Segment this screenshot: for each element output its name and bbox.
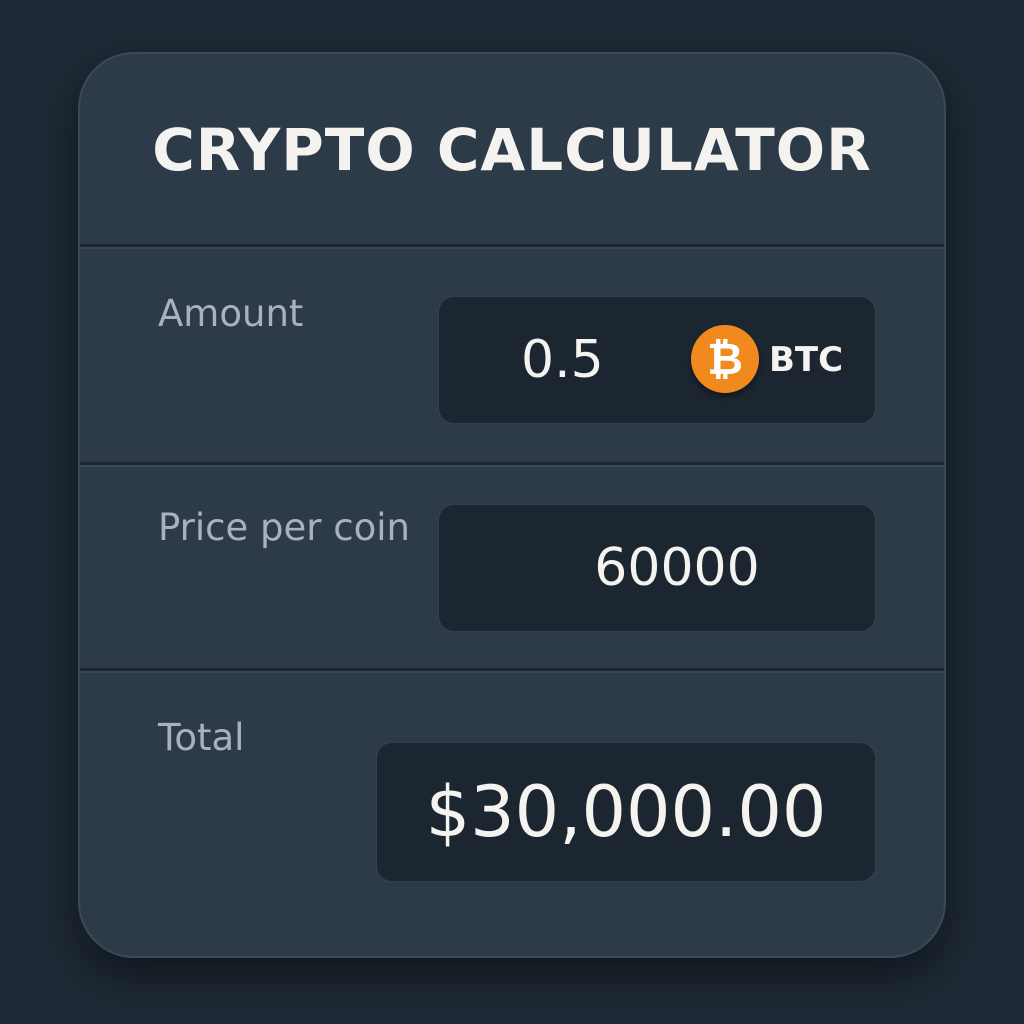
divider [80, 668, 944, 673]
calculator-card: CRYPTO CALCULATOR Amount 0.5 ₿ BTC Price… [78, 52, 946, 958]
amount-input[interactable]: 0.5 ₿ BTC [438, 296, 876, 424]
page-title: CRYPTO CALCULATOR [152, 116, 872, 184]
currency-label: BTC [769, 340, 844, 380]
amount-value: 0.5 [521, 330, 604, 390]
amount-label: Amount [158, 292, 304, 335]
divider [80, 462, 944, 467]
price-label: Price per coin [158, 506, 410, 549]
bitcoin-icon: ₿ [691, 325, 759, 393]
price-input[interactable]: 60000 [438, 504, 876, 632]
divider [80, 244, 944, 249]
total-value: $30,000.00 [376, 742, 876, 882]
total-label: Total [158, 716, 245, 759]
